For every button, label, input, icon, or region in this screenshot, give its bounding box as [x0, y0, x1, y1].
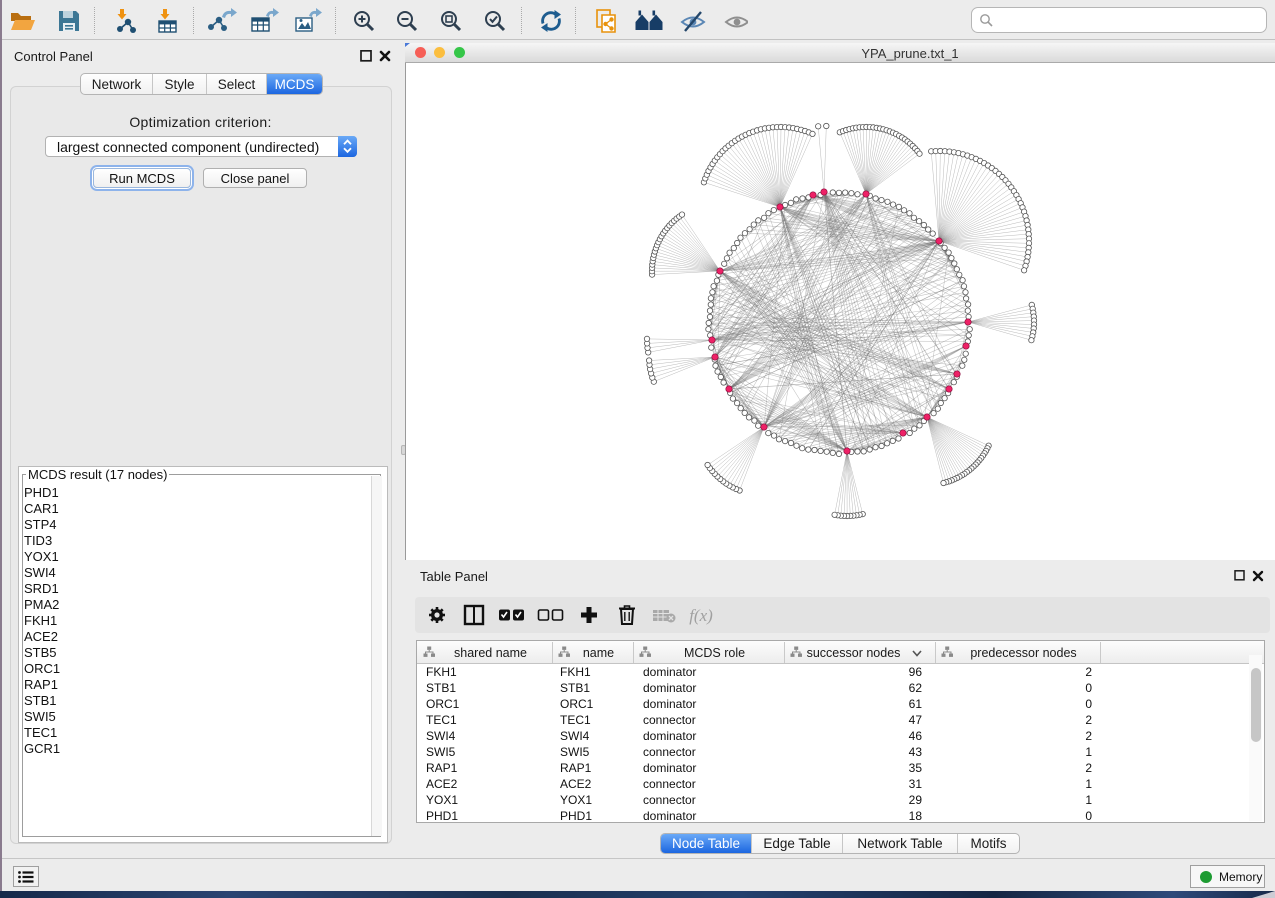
svg-text:f(x): f(x): [689, 606, 713, 625]
